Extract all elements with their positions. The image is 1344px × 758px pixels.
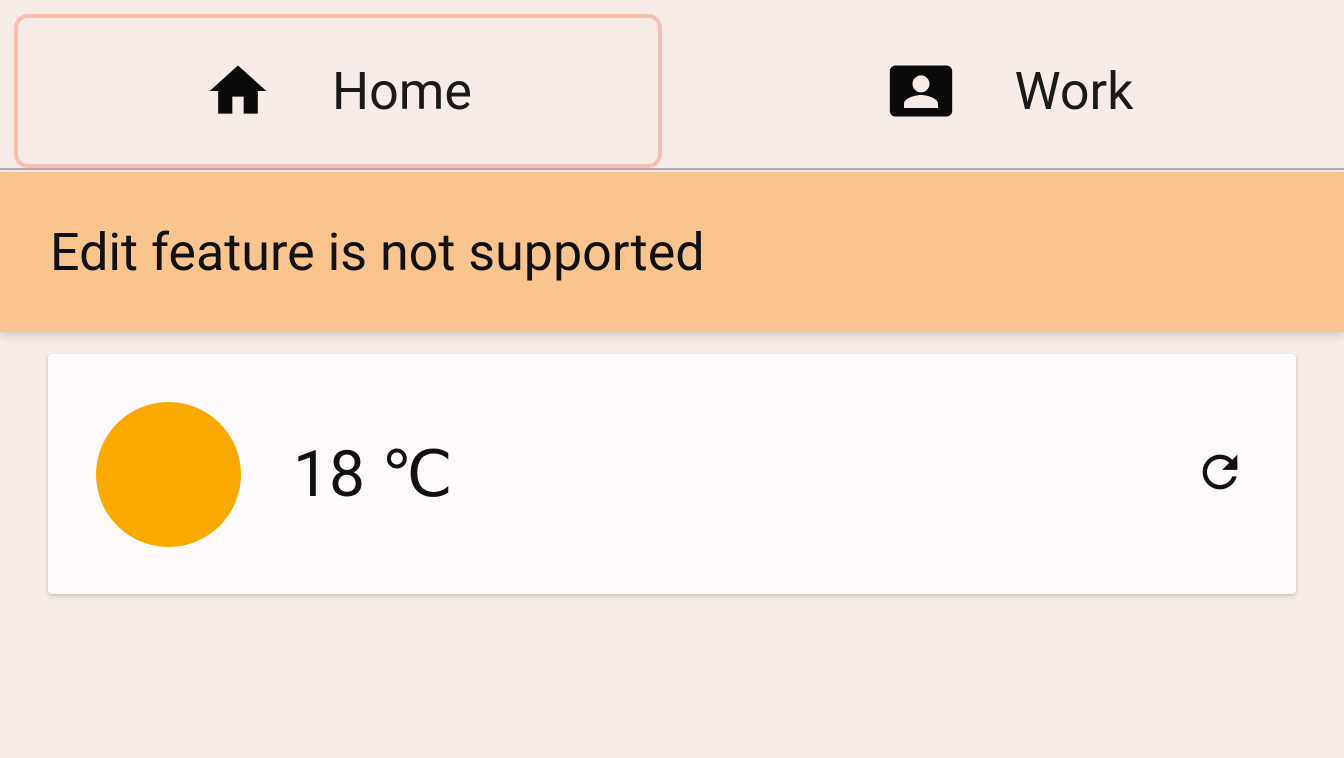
tab-work-label: Work	[1015, 61, 1134, 122]
refresh-icon	[1194, 446, 1246, 502]
snackbar-message: Edit feature is not supported	[50, 222, 705, 283]
home-icon	[204, 57, 272, 125]
sun-icon	[96, 402, 241, 547]
snackbar[interactable]: Edit feature is not supported	[0, 172, 1344, 332]
refresh-button[interactable]	[1192, 446, 1248, 502]
tab-home[interactable]: Home	[14, 14, 662, 168]
weather-card: 18 ℃	[48, 354, 1296, 594]
person-icon	[887, 57, 955, 125]
tab-bar: Home Work	[0, 0, 1344, 170]
tab-home-label: Home	[332, 61, 472, 122]
temperature-value: 18 ℃	[293, 437, 1192, 512]
tab-work[interactable]: Work	[690, 14, 1330, 168]
